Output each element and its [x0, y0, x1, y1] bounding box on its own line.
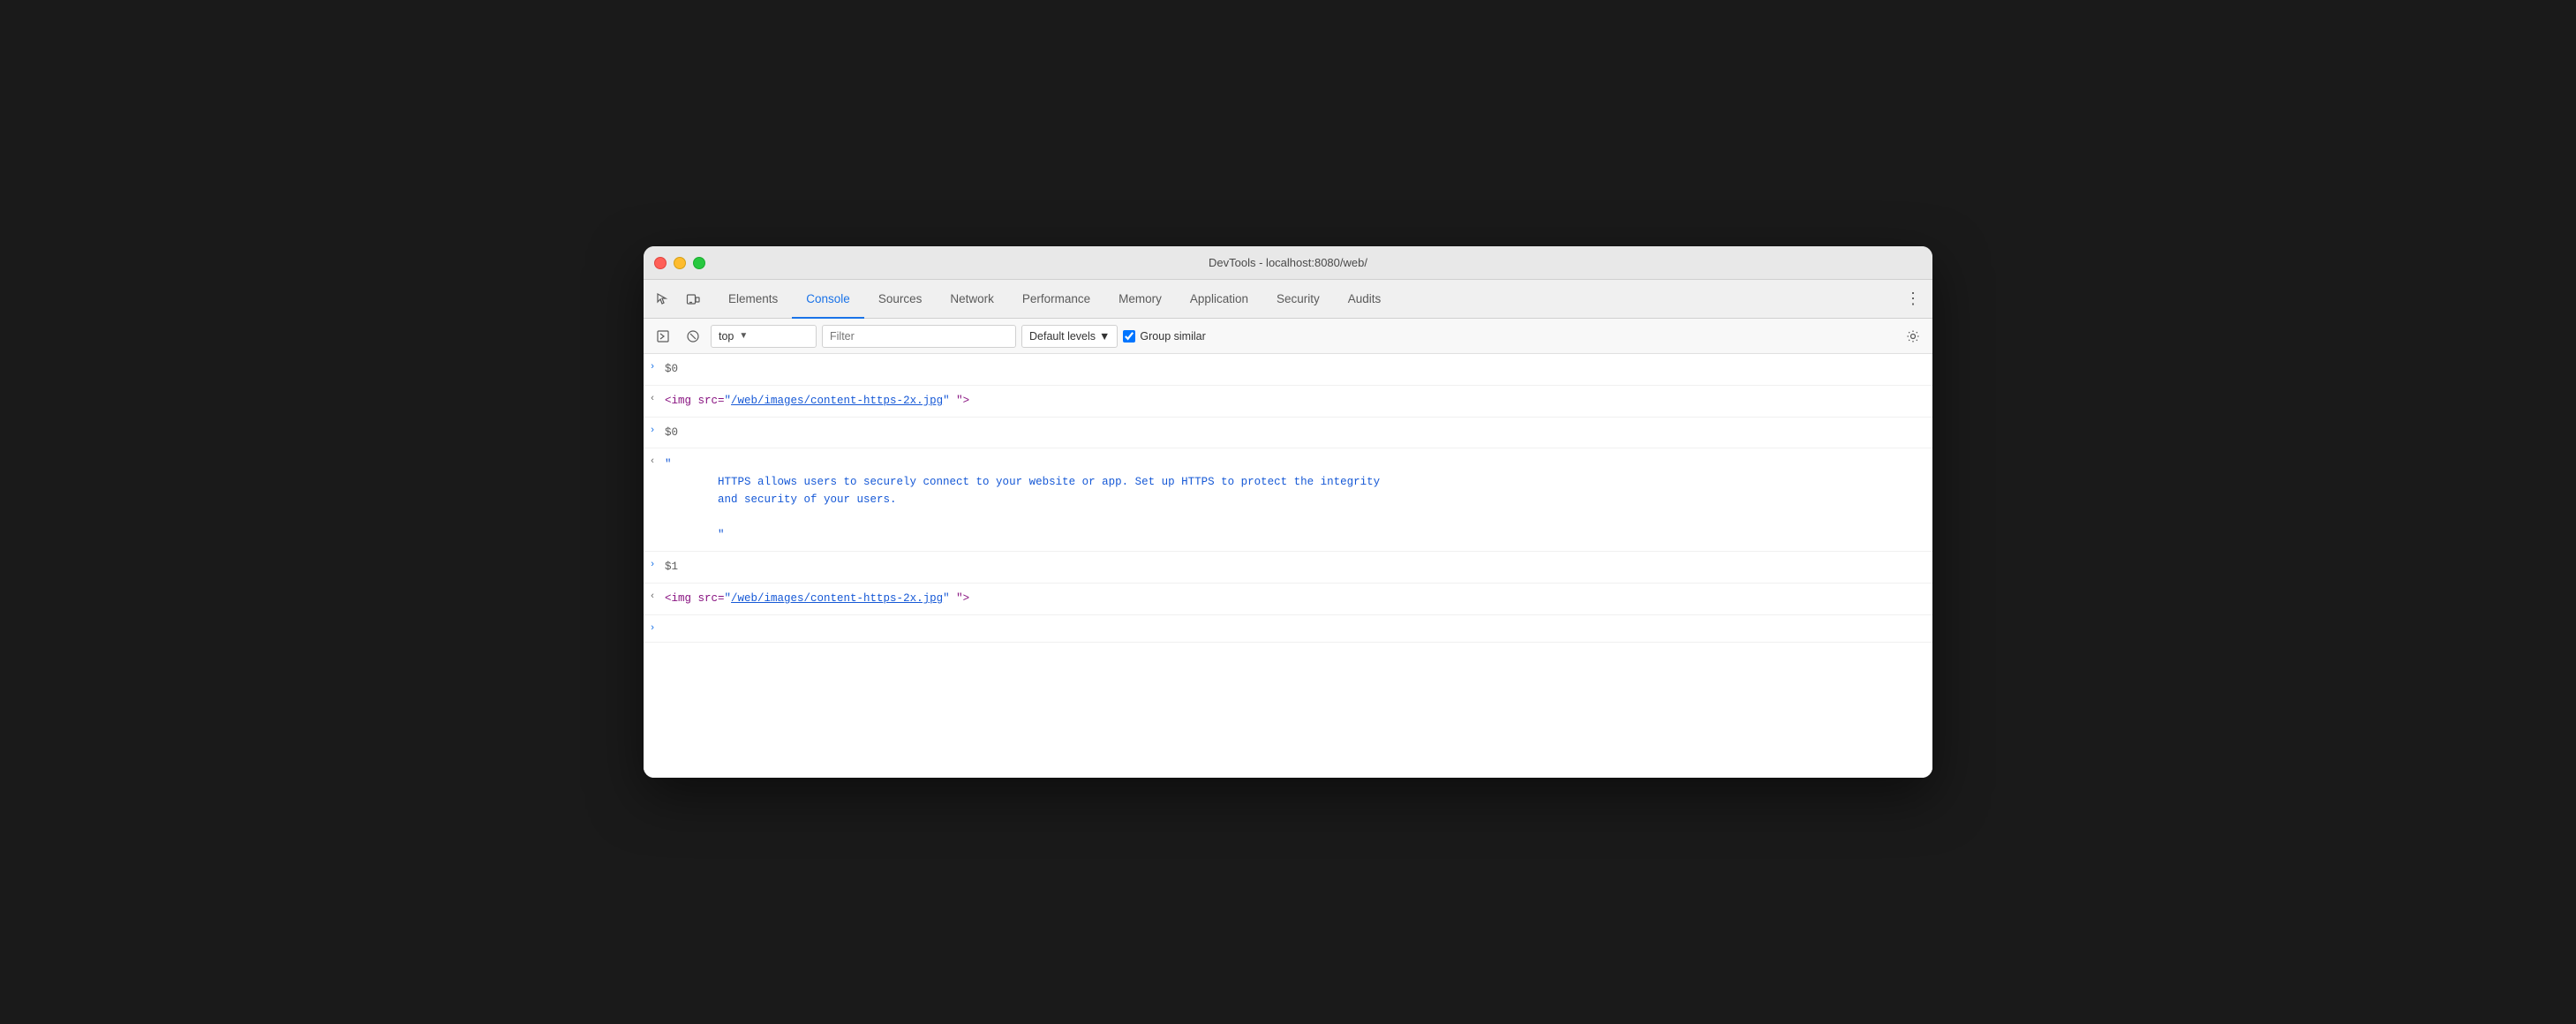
title-bar: DevTools - localhost:8080/web/ [644, 246, 1932, 280]
tab-console[interactable]: Console [792, 281, 864, 319]
tab-list: Elements Console Sources Network Perform… [714, 280, 1901, 318]
console-result-text: $1 [665, 561, 678, 573]
console-multiline-text: " HTTPS allows users to securely connect… [665, 456, 1925, 544]
entry-back-icon[interactable]: ‹ [644, 389, 661, 404]
console-output: › $0 ‹ <img src="/web/images/content-htt… [644, 354, 1932, 778]
html-attr-quote: " [725, 592, 732, 605]
entry-back-icon[interactable]: ‹ [644, 587, 661, 602]
html-tag-close: "> [956, 592, 969, 605]
tab-bar-icons [651, 287, 705, 312]
tab-memory[interactable]: Memory [1104, 281, 1176, 319]
entry-expand-icon[interactable]: › [644, 358, 661, 373]
console-toolbar: top ▼ Default levels ▼ Group similar [644, 319, 1932, 354]
device-toolbar-button[interactable] [681, 287, 705, 312]
console-entry: ‹ <img src="/web/images/content-https-2x… [644, 584, 1932, 615]
tab-sources[interactable]: Sources [864, 281, 937, 319]
group-similar-checkbox[interactable] [1123, 330, 1135, 343]
inspect-element-button[interactable] [651, 287, 675, 312]
console-entry: › $0 [644, 418, 1932, 449]
tab-security[interactable]: Security [1262, 281, 1334, 319]
levels-chevron-icon: ▼ [1099, 330, 1110, 343]
console-entry: › $1 [644, 552, 1932, 584]
chevron-down-icon: ▼ [739, 331, 748, 341]
filter-input[interactable] [822, 325, 1016, 348]
tab-bar: Elements Console Sources Network Perform… [644, 280, 1932, 319]
maximize-button[interactable] [693, 257, 705, 269]
console-entry: ‹ <img src="/web/images/content-https-2x… [644, 386, 1932, 418]
console-result-text: $0 [665, 363, 678, 375]
html-close-quote: " [943, 395, 950, 407]
html-tag-close: "> [956, 395, 969, 407]
clear-console-button[interactable] [681, 324, 705, 349]
html-link[interactable]: /web/images/content-https-2x.jpg [731, 395, 943, 407]
log-levels-button[interactable]: Default levels ▼ [1021, 325, 1118, 348]
close-button[interactable] [654, 257, 667, 269]
entry-back-icon[interactable]: ‹ [644, 452, 661, 467]
html-tag-text: <img src= [665, 395, 725, 407]
console-input-line: › [644, 615, 1932, 643]
more-tabs-button[interactable]: ⋮ [1901, 287, 1925, 312]
devtools-window: DevTools - localhost:8080/web/ [644, 246, 1932, 778]
traffic-lights [654, 257, 705, 269]
html-close-quote: " [943, 592, 950, 605]
devtools-container: Elements Console Sources Network Perform… [644, 280, 1932, 778]
console-entry: › $0 [644, 354, 1932, 386]
entry-expand-icon[interactable]: › [644, 555, 661, 570]
group-similar-label[interactable]: Group similar [1123, 330, 1205, 343]
window-title: DevTools - localhost:8080/web/ [1209, 256, 1367, 269]
console-result-text: $0 [665, 426, 678, 439]
console-input-field[interactable] [661, 619, 1932, 638]
execute-context-button[interactable] [651, 324, 675, 349]
console-entry: ‹ " HTTPS allows users to securely conne… [644, 448, 1932, 552]
tab-audits[interactable]: Audits [1334, 281, 1396, 319]
html-tag-text: <img src= [665, 592, 725, 605]
tab-performance[interactable]: Performance [1008, 281, 1104, 319]
tab-network[interactable]: Network [936, 281, 1008, 319]
html-link[interactable]: /web/images/content-https-2x.jpg [731, 592, 943, 605]
entry-expand-icon[interactable]: › [644, 421, 661, 436]
tab-application[interactable]: Application [1176, 281, 1262, 319]
html-attr-quote: " [725, 395, 732, 407]
console-settings-button[interactable] [1901, 324, 1925, 349]
input-prompt-icon: › [644, 623, 661, 634]
context-selector[interactable]: top ▼ [711, 325, 817, 348]
minimize-button[interactable] [674, 257, 686, 269]
tab-elements[interactable]: Elements [714, 281, 792, 319]
